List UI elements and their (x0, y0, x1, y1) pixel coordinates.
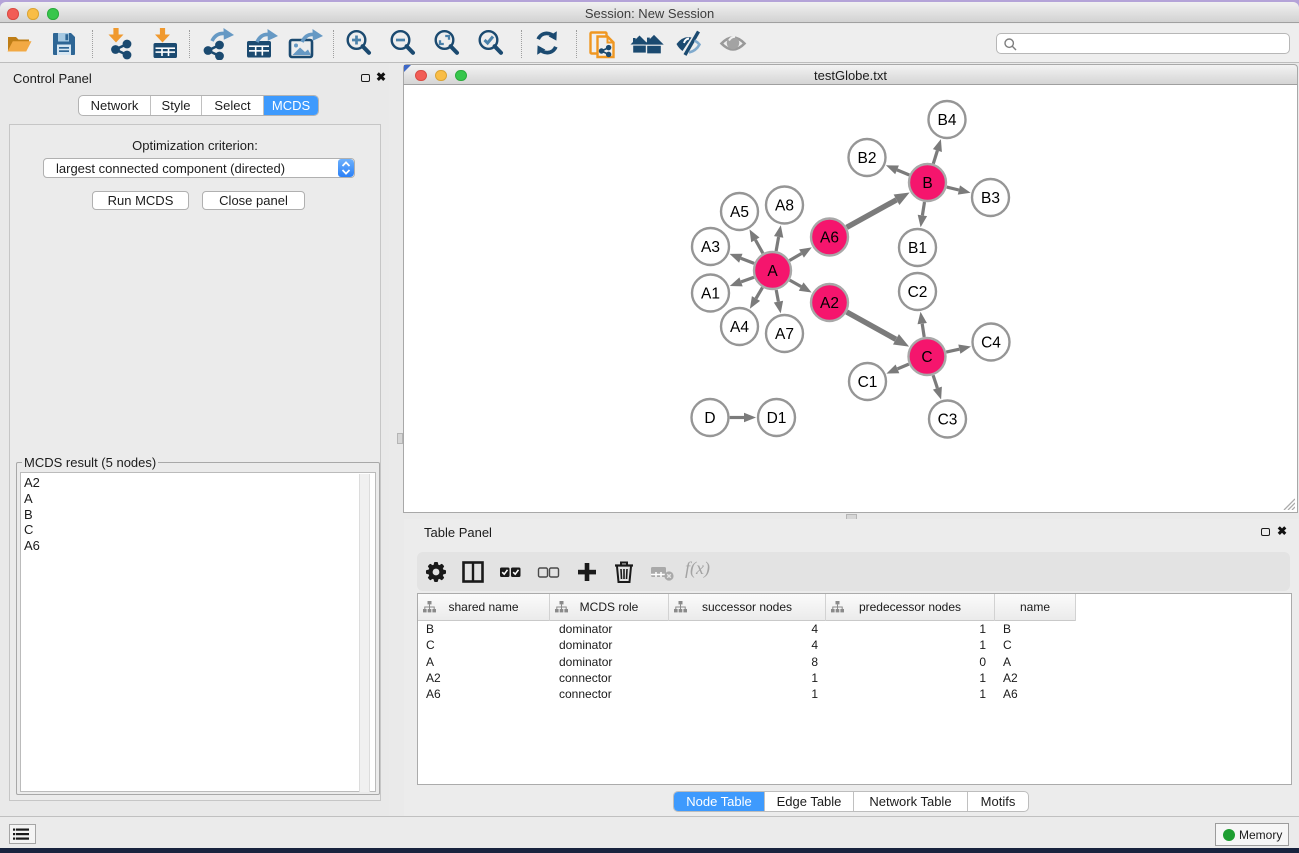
svg-text:B1: B1 (908, 240, 927, 257)
svg-text:A5: A5 (730, 204, 749, 221)
svg-text:B2: B2 (858, 150, 877, 167)
svg-text:A3: A3 (701, 239, 720, 256)
svg-text:C4: C4 (981, 335, 1001, 352)
svg-text:C2: C2 (908, 284, 928, 301)
svg-text:C1: C1 (858, 374, 878, 391)
svg-text:C: C (921, 349, 932, 366)
svg-text:B: B (922, 175, 932, 192)
svg-text:A: A (767, 263, 778, 280)
svg-text:B4: B4 (938, 112, 957, 129)
svg-text:A7: A7 (775, 326, 794, 343)
svg-text:C3: C3 (938, 412, 958, 429)
svg-text:A6: A6 (820, 230, 839, 247)
svg-text:A2: A2 (820, 295, 839, 312)
svg-text:D: D (704, 410, 715, 427)
svg-text:A1: A1 (701, 286, 720, 303)
svg-text:B3: B3 (981, 190, 1000, 207)
svg-text:A4: A4 (730, 319, 749, 336)
svg-text:D1: D1 (767, 410, 787, 427)
svg-text:A8: A8 (775, 198, 794, 215)
